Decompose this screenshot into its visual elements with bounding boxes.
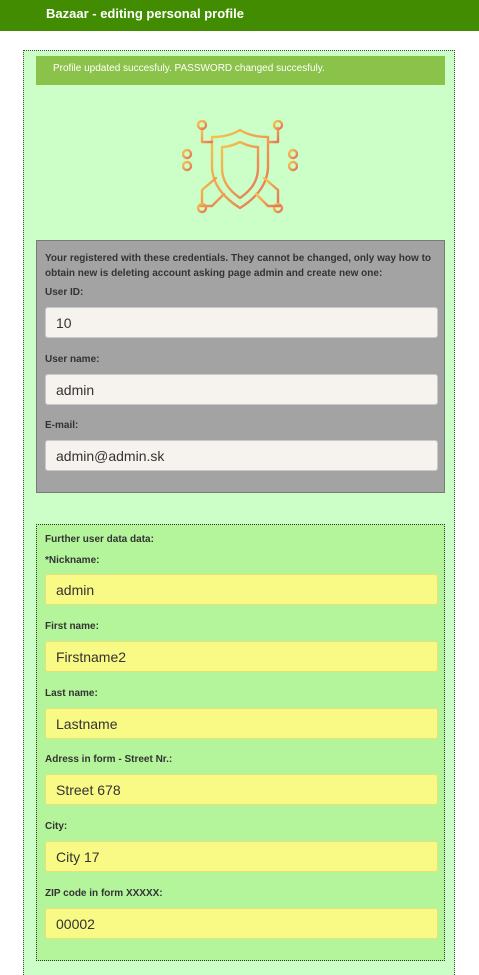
credentials-box: Your registered with these credentials. … [36,240,445,493]
nickname-field[interactable] [45,574,438,605]
user-name-field[interactable] [45,374,438,405]
page-title: Bazaar - editing personal profile [46,6,244,21]
city-field[interactable] [45,841,438,872]
zip-label: ZIP code in form XXXXX: [45,888,163,899]
email-label: E-mail: [45,420,79,431]
further-data-title: Further user data data: [45,534,154,545]
address-field[interactable] [45,774,438,805]
address-label: Adress in form - Street Nr.: [45,754,173,765]
app-header: Bazaar - editing personal profile [0,0,479,31]
email-field[interactable] [45,440,438,471]
first-name-field[interactable] [45,641,438,672]
shield-circuit-icon [181,119,299,220]
last-name-label: Last name: [45,688,98,699]
last-name-field[interactable] [45,708,438,739]
city-label: City: [45,821,68,832]
user-name-label: User name: [45,354,100,365]
nickname-label: *Nickname: [45,555,100,566]
user-id-field[interactable] [45,307,438,338]
success-alert: Profile updated succesfuly. PASSWORD cha… [36,56,445,85]
first-name-label: First name: [45,621,99,632]
user-id-label: User ID: [45,287,84,298]
credentials-intro: Your registered with these credentials. … [45,253,432,279]
profile-container: Profile updated succesfuly. PASSWORD cha… [23,50,455,975]
zip-field[interactable] [45,908,438,939]
further-data-box: Further user data data: *Nickname: First… [36,524,445,961]
